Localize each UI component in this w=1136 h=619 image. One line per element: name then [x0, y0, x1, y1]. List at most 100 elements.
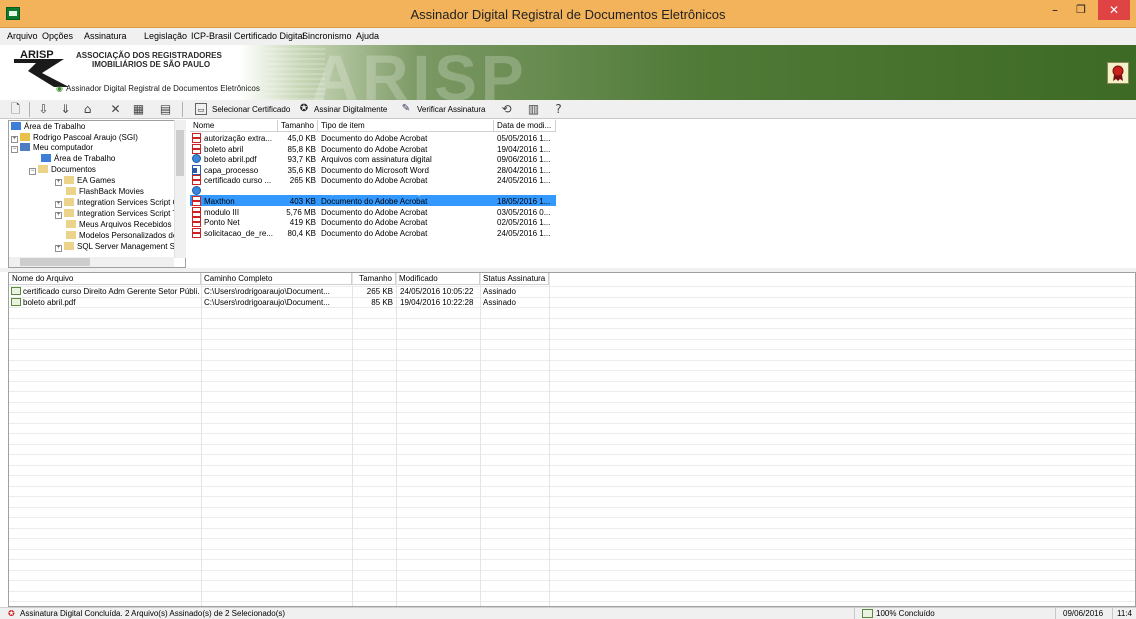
grid-row-line [9, 370, 1135, 371]
tree-item-user[interactable]: + Rodrigo Pascoal Araujo (SGI) [11, 133, 138, 143]
word-file-icon [192, 164, 201, 175]
banner-watermark: ARISP [312, 45, 528, 100]
grid-header-modified[interactable]: Modificado [396, 273, 480, 285]
column-header-name[interactable]: Nome [190, 120, 278, 132]
menu-certificado-digital[interactable]: Certificado Digital [234, 31, 305, 41]
file-size: 45,0 KB [287, 134, 316, 143]
file-row[interactable]: boleto abril 85,8 KB Documento do Adobe Ac… [190, 143, 556, 154]
verify-signature-button[interactable]: Verificar Assinatura [417, 105, 485, 114]
tree-scroll-thumb[interactable] [176, 130, 184, 176]
expand-icon[interactable]: + [11, 136, 18, 143]
tree-item-sql-server[interactable]: + SQL Server Management Studio [55, 242, 185, 252]
file-row[interactable]: Ponto Net 419 KB Documento do Adobe Acroba… [190, 217, 556, 227]
file-size: 419 KB [289, 218, 316, 227]
file-type: Documento do Adobe Acrobat [321, 218, 428, 227]
file-name: certificado curso ... [204, 176, 272, 185]
brand-name: ARISP [20, 49, 54, 61]
folder-icon [38, 165, 48, 173]
file-row[interactable]: boleto abril.pdf 93,7 KB Arquivos com assi… [190, 154, 556, 164]
file-type: Arquivos com assinatura digital [321, 186, 432, 196]
menu-legislacao[interactable]: Legislação [144, 31, 187, 41]
tree-item-received[interactable]: Meus Arquivos Recebidos [66, 220, 172, 229]
menu-ajuda[interactable]: Ajuda [356, 31, 379, 41]
grid-row-line [9, 391, 1135, 392]
file-name: capa_processo [204, 165, 259, 175]
grid-row-line [9, 506, 1135, 508]
minimize-button[interactable]: – [1042, 0, 1068, 20]
grid-filename: certificado curso Direito Adm Gerente Se… [23, 287, 199, 296]
menu-sincronismo[interactable]: Sincronismo [302, 31, 352, 41]
select-certificate-button[interactable]: Selecionar Certificado [212, 105, 290, 114]
tree-item-office-templates[interactable]: Modelos Personalizados do Offic [66, 231, 185, 240]
grid-row[interactable]: certificado curso Direito Adm Gerente Se… [9, 286, 549, 296]
file-row[interactable]: Maxthon 403 KB Documento do Adobe Acrobat 1… [190, 196, 556, 206]
tree-item-computer[interactable]: − Meu computador [11, 143, 93, 153]
file-row[interactable]: certificado curso ... 273 KB Arquivos com … [190, 185, 556, 196]
file-list[interactable]: Nome Tamanho Tipo de item Data de modi..… [190, 120, 1136, 268]
tree-item-documents[interactable]: − Documentos [29, 165, 96, 175]
arrow-down-icon[interactable]: ⇩ [36, 102, 51, 117]
signed-file-icon [192, 154, 201, 163]
file-date: 24/05/2016 1... [497, 228, 551, 238]
file-row[interactable]: autorização extra... 45,0 KB Documento do … [190, 133, 556, 143]
folder-tree[interactable]: Área de Trabalho + Rodrigo Pascoal Araujo… [8, 120, 186, 268]
certificate-badge-icon[interactable] [1107, 62, 1129, 84]
pdf-file-icon [192, 196, 201, 206]
file-type: Documento do Adobe Acrobat [321, 228, 428, 238]
column-header-date[interactable]: Data de modi... [494, 120, 556, 132]
tree-hscroll-thumb[interactable] [20, 258, 90, 266]
grid-row-line [9, 338, 1135, 340]
file-row[interactable]: modulo III 5,76 MB Documento do Adobe Acro… [190, 206, 556, 217]
file-row[interactable]: solicitacao_de_re... 80,4 KB Documento do … [190, 227, 556, 238]
file-date: 28/04/2016 1... [497, 165, 551, 175]
expand-icon[interactable]: + [55, 201, 62, 208]
report-icon[interactable]: ▥ [526, 102, 541, 117]
expand-icon[interactable]: + [55, 179, 62, 186]
grid-header-size[interactable]: Tamanho [352, 273, 396, 285]
tree-item-desktop-sub[interactable]: Área de Trabalho [41, 154, 115, 163]
help-icon[interactable]: ? [551, 102, 566, 117]
history-icon[interactable]: ⟲ [499, 102, 514, 117]
menu-arquivo[interactable]: Arquivo [7, 31, 38, 41]
tree-item-flashback[interactable]: FlashBack Movies [66, 187, 144, 196]
grid-row[interactable]: boleto abril.pdf C:\Users\rodrigoaraujo\D… [9, 297, 549, 307]
tree-item-ea-games[interactable]: + EA Games [55, 176, 115, 186]
tree-item-ssis-com[interactable]: + Integration Services Script Com [55, 198, 185, 208]
delete-icon[interactable]: ✕ [108, 102, 123, 117]
grid-row-line [9, 359, 1135, 361]
lock-icon[interactable]: ⌂ [80, 102, 95, 117]
maximize-button[interactable]: ❐ [1068, 0, 1094, 20]
grid-header-status[interactable]: Status Assinatura [480, 273, 549, 285]
grid-header-filename[interactable]: Nome do Arquivo [9, 273, 201, 285]
menu-icp-brasil[interactable]: ICP-Brasil [191, 31, 232, 41]
signed-files-grid[interactable]: Nome do Arquivo Caminho Completo Tamanho… [8, 272, 1136, 607]
sign-digitally-button[interactable]: Assinar Digitalmente [314, 105, 387, 114]
collapse-icon[interactable]: − [11, 146, 18, 153]
column-header-size[interactable]: Tamanho [278, 120, 318, 132]
org-name-line1: ASSOCIAÇÃO DOS REGISTRADORES [76, 51, 222, 60]
close-button[interactable]: ✕ [1098, 0, 1130, 20]
grid-row-line [9, 496, 1135, 497]
grid-view-icon[interactable]: ▦ [131, 102, 146, 117]
collapse-icon[interactable]: − [29, 168, 36, 175]
expand-icon[interactable]: + [55, 245, 62, 252]
menu-assinatura[interactable]: Assinatura [84, 31, 127, 41]
grid-header-path[interactable]: Caminho Completo [201, 273, 352, 285]
file-row[interactable]: capa_processo 35,6 KB Documento do Microso… [190, 164, 556, 175]
file-row[interactable]: certificado curso ... 265 KB Documento do … [190, 175, 556, 185]
pdf-file-icon [192, 217, 201, 227]
grid-row-line [9, 580, 1135, 581]
properties-icon[interactable]: ▤ [158, 102, 173, 117]
title-bar[interactable]: Assinador Digital Registral de Documento… [0, 0, 1136, 28]
menu-opcoes[interactable]: Opções [42, 31, 73, 41]
file-date: 09/06/2016 1... [497, 155, 551, 164]
tree-item-ssis-task[interactable]: + Integration Services Script Task [55, 209, 185, 219]
folder-icon [64, 198, 74, 206]
file-type: Documento do Adobe Acrobat [321, 144, 428, 154]
arrow-down-alt-icon[interactable]: ⇓ [58, 102, 73, 117]
new-document-icon[interactable]: 🗋 [8, 102, 23, 117]
tree-item-desktop[interactable]: Área de Trabalho [11, 122, 85, 131]
pdf-file-icon [192, 227, 201, 238]
column-header-type[interactable]: Tipo de item [318, 120, 494, 132]
expand-icon[interactable]: + [55, 212, 62, 219]
